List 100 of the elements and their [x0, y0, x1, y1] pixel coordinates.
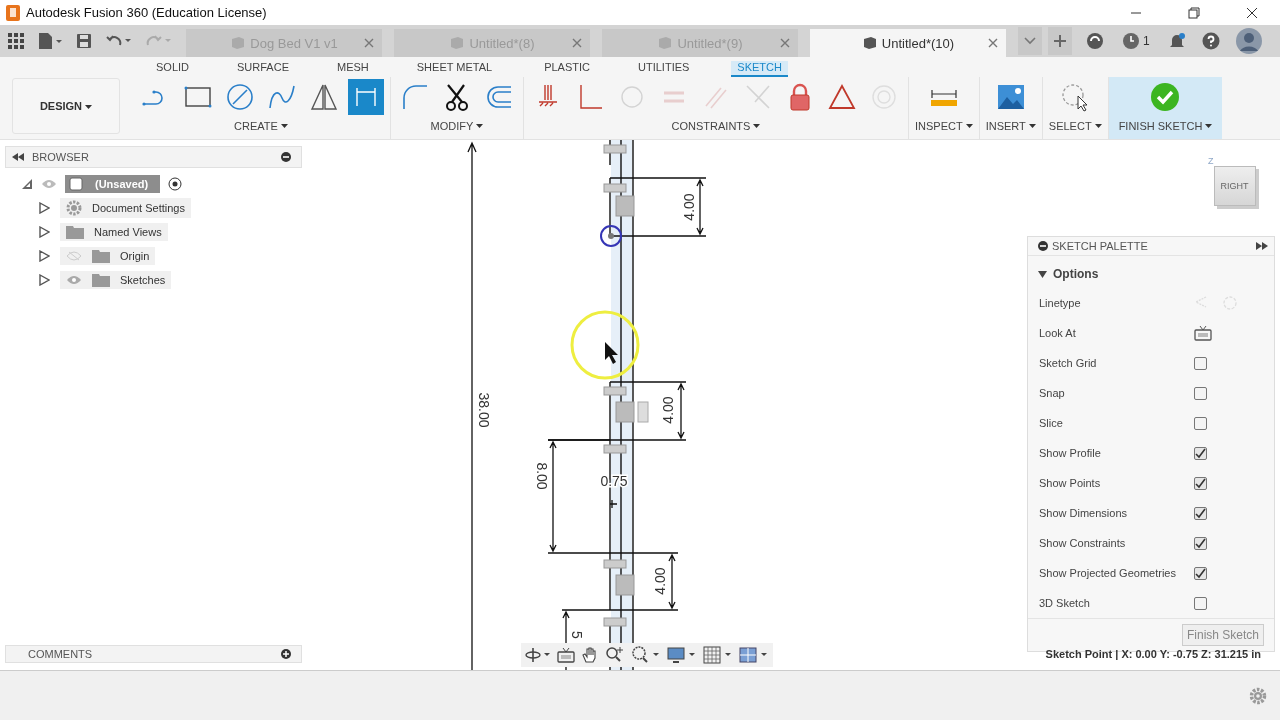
ribbon-tab[interactable]: UTILITIES [632, 61, 696, 77]
radio-icon[interactable] [168, 177, 183, 191]
ribbon-group-menu[interactable]: SELECT [1048, 120, 1102, 132]
checkbox[interactable] [1194, 446, 1207, 460]
workspace-dropdown[interactable]: DESIGN [12, 78, 120, 134]
avatar-icon[interactable] [1235, 28, 1262, 54]
collapse-arrow-icon[interactable] [21, 178, 33, 190]
checkbox[interactable] [1194, 596, 1207, 610]
expand-arrow-icon[interactable] [38, 202, 50, 214]
ribbon-group-menu[interactable]: FINISH SKETCH [1118, 120, 1213, 132]
cursor-icon [605, 342, 618, 364]
ribbon-tab[interactable]: SURFACE [231, 61, 295, 77]
caret-icon [1028, 123, 1036, 129]
dimension-label[interactable]: 4.00 [651, 567, 668, 595]
zoom-window-icon[interactable] [631, 646, 661, 664]
caret-icon [85, 105, 93, 110]
close-tab-icon[interactable] [988, 38, 998, 48]
constraint-icon[interactable] [603, 183, 627, 193]
hand-icon[interactable] [581, 646, 599, 664]
constraint-icon[interactable] [603, 444, 627, 454]
checkbox[interactable] [1194, 356, 1207, 370]
zoom-icon[interactable] [605, 646, 625, 664]
caret-icon [1094, 123, 1102, 129]
checkbox[interactable] [1194, 386, 1207, 400]
sync-icon[interactable] [1086, 32, 1104, 50]
expand-arrow-icon[interactable] [38, 274, 50, 286]
help-icon[interactable] [1201, 32, 1220, 50]
ribbon-group-menu[interactable]: CONSTRAINTS [671, 120, 761, 132]
ribbon-group-menu[interactable]: INSERT [985, 120, 1036, 132]
minus-circle-icon[interactable] [281, 152, 291, 162]
caret-icon [280, 123, 288, 129]
dimension-label[interactable]: 4.00 [680, 193, 697, 221]
dimension-label[interactable]: 4.00 [659, 396, 676, 424]
collapse-icon[interactable] [12, 153, 24, 161]
eye-icon[interactable] [66, 275, 82, 285]
save-icon[interactable] [76, 33, 92, 49]
constraint-icon[interactable] [603, 617, 627, 627]
sketch-line[interactable] [609, 140, 611, 166]
project-tool-icon[interactable] [348, 79, 384, 115]
box-icon [449, 35, 466, 51]
option-label: Show Profile [1039, 447, 1102, 459]
ribbon-tab[interactable]: MESH [331, 61, 375, 77]
settings-icon[interactable] [1249, 686, 1267, 705]
ribbon-group-menu[interactable]: INSPECT [915, 120, 973, 132]
restore-icon[interactable] [1188, 6, 1200, 19]
job-count: 1 [1143, 34, 1150, 48]
checkbox[interactable] [1194, 476, 1207, 490]
plus-icon [1053, 34, 1067, 48]
section-arrow-icon[interactable] [1038, 269, 1047, 279]
add-circle-icon[interactable] [281, 649, 291, 659]
folder-icon [92, 273, 110, 287]
checkbox[interactable] [1194, 536, 1207, 550]
close-tab-icon[interactable] [780, 38, 790, 48]
option-label: Show Dimensions [1039, 507, 1129, 519]
dimension-label[interactable]: 5 [569, 631, 586, 639]
dimension-label[interactable]: 8.00 [534, 462, 551, 490]
checkbox[interactable] [1194, 416, 1207, 430]
expand-arrow-icon[interactable] [38, 250, 50, 262]
look-at-icon[interactable] [557, 647, 575, 663]
section-title[interactable]: Options [1053, 267, 1099, 281]
ribbon-tab[interactable]: SHEET METAL [410, 61, 499, 77]
ribbon-group-menu[interactable]: CREATE [234, 120, 288, 132]
orbit-icon[interactable] [525, 647, 551, 663]
window-title: Autodesk Fusion 360 (Education License) [26, 5, 267, 20]
clock-icon[interactable] [1122, 32, 1140, 50]
comments-title: COMMENTS [28, 648, 93, 660]
look-at-icon[interactable] [1194, 325, 1212, 341]
sketch-line[interactable] [609, 552, 611, 611]
minus-circle-icon[interactable] [1038, 241, 1048, 251]
close-icon[interactable] [1246, 6, 1258, 19]
ribbon-group-menu[interactable]: MODIFY [430, 120, 484, 132]
close-tab-icon[interactable] [572, 38, 582, 48]
view-cube[interactable]: RIGHT [1213, 166, 1256, 206]
app-logo-icon [6, 4, 20, 21]
display-icon[interactable] [667, 646, 697, 664]
checkbox[interactable] [1194, 566, 1207, 580]
caret-icon [965, 123, 973, 129]
close-tab-icon[interactable] [364, 38, 374, 48]
new-tab-button[interactable] [1048, 27, 1072, 55]
document-tab-label: Untitled*(10) [881, 35, 955, 51]
expand-arrow-icon[interactable] [38, 226, 50, 238]
file-icon[interactable] [38, 32, 62, 50]
document-tab[interactable]: Untitled*(10) [810, 29, 1006, 57]
grid-icon[interactable] [703, 646, 733, 664]
dimension-label[interactable]: 38.00 [476, 392, 493, 428]
viewports-icon[interactable] [739, 646, 769, 664]
constraint-icon[interactable] [603, 386, 627, 396]
option-label: Snap [1039, 387, 1066, 399]
apps-grid-icon[interactable] [8, 33, 24, 49]
axis-label: Z [1208, 156, 1214, 166]
chevron-down-icon [1023, 36, 1037, 46]
checkbox[interactable] [1194, 506, 1207, 520]
expand-icon[interactable] [1256, 242, 1268, 250]
constraint-icon[interactable] [603, 559, 627, 569]
option-label: Slice [1039, 417, 1064, 429]
sketch-line[interactable] [632, 140, 634, 670]
sketch-line[interactable] [620, 140, 622, 670]
ribbon-tab[interactable]: SOLID [150, 61, 195, 77]
ribbon-tab[interactable]: PLASTIC [538, 61, 596, 77]
sketch-line[interactable] [609, 381, 611, 554]
